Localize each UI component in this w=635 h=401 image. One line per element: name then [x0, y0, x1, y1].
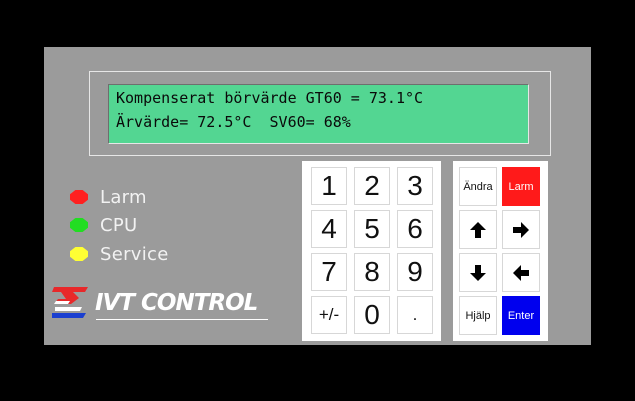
service-led-icon — [70, 247, 88, 261]
larm-led-icon — [70, 190, 88, 204]
arrow-down-icon — [470, 264, 486, 281]
key-1[interactable]: 1 — [311, 167, 347, 205]
arrow-up-icon — [470, 221, 486, 238]
numeric-keypad: 1 2 3 4 5 6 7 8 9 +/- 0 . — [302, 161, 441, 341]
larm-button[interactable]: Larm — [502, 167, 540, 206]
indicator-label: Larm — [100, 186, 147, 208]
ivt-logo-icon — [52, 287, 88, 318]
arrow-down-button[interactable] — [459, 253, 497, 292]
arrow-left-icon — [513, 264, 529, 281]
arrow-right-icon — [513, 221, 529, 238]
ivt-logo: IVT CONTROL — [52, 287, 268, 323]
key-decimal-point[interactable]: . — [397, 296, 433, 334]
key-4[interactable]: 4 — [311, 210, 347, 248]
key-6[interactable]: 6 — [397, 210, 433, 248]
arrow-right-button[interactable] — [502, 210, 540, 249]
indicator-cpu: CPU — [70, 213, 138, 237]
enter-button[interactable]: Enter — [502, 296, 540, 335]
hjalp-button[interactable]: Hjälp — [459, 296, 497, 335]
key-3[interactable]: 3 — [397, 167, 433, 205]
cpu-led-icon — [70, 218, 88, 232]
indicator-larm: Larm — [70, 185, 147, 209]
key-8[interactable]: 8 — [354, 253, 390, 291]
key-plus-minus[interactable]: +/- — [311, 296, 347, 334]
arrow-up-button[interactable] — [459, 210, 497, 249]
indicator-service: Service — [70, 242, 169, 266]
display-line-2: Ärvärde= 72.5°C SV60= 68% — [116, 113, 351, 131]
logo-text: IVT CONTROL — [95, 290, 258, 316]
key-0[interactable]: 0 — [354, 296, 390, 334]
indicator-label: Service — [100, 243, 169, 265]
arrow-left-button[interactable] — [502, 253, 540, 292]
logo-underline — [96, 319, 268, 320]
lcd-display: Kompenserat börvärde GT60 = 73.1°C Ärvär… — [108, 84, 529, 144]
key-9[interactable]: 9 — [397, 253, 433, 291]
control-panel: Kompenserat börvärde GT60 = 73.1°C Ärvär… — [44, 47, 591, 345]
indicator-label: CPU — [100, 214, 138, 236]
key-5[interactable]: 5 — [354, 210, 390, 248]
function-keypad: Ändra Larm Hjälp Enter — [453, 161, 548, 341]
key-2[interactable]: 2 — [354, 167, 390, 205]
key-7[interactable]: 7 — [311, 253, 347, 291]
andra-button[interactable]: Ändra — [459, 167, 497, 206]
display-line-1: Kompenserat börvärde GT60 = 73.1°C — [116, 89, 424, 107]
